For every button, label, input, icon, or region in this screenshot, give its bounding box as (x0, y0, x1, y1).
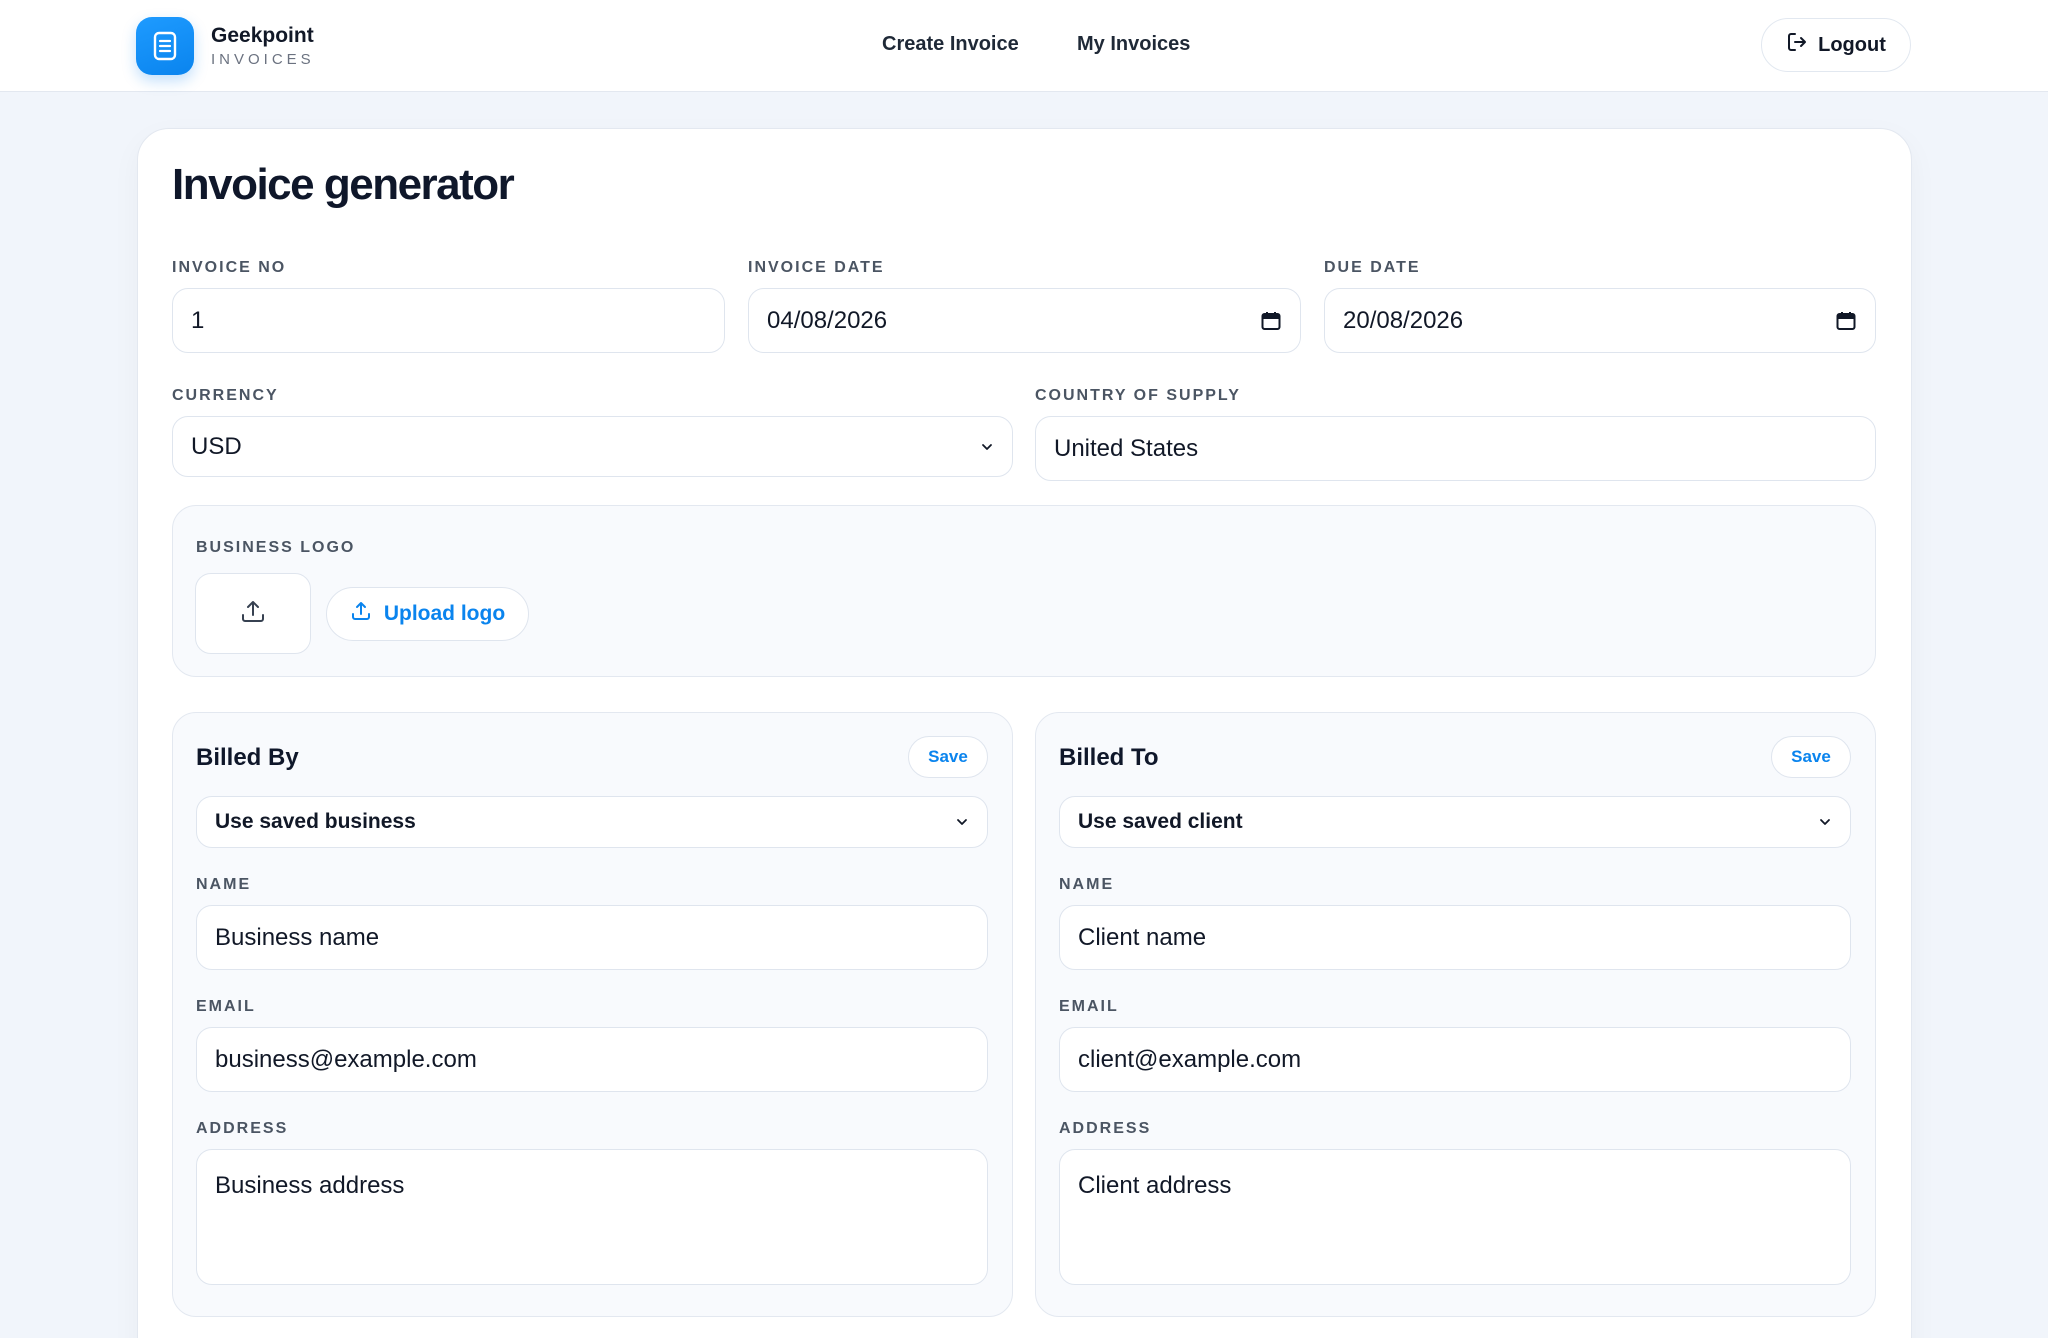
saved-business-select[interactable]: Use saved business (196, 796, 988, 848)
business-address-placeholder: Business address (215, 1172, 405, 1199)
logo-dropzone[interactable] (195, 573, 311, 654)
business-email-placeholder: business@example.com (215, 1045, 477, 1073)
invoice-date-input[interactable]: 04/08/2026 (748, 288, 1301, 353)
logout-label: Logout (1818, 33, 1886, 56)
nav-create-invoice[interactable]: Create Invoice (882, 33, 1019, 56)
billed-by-address-label: ADDRESS (196, 1120, 289, 1137)
client-email-input[interactable]: client@example.com (1059, 1027, 1851, 1092)
currency-label: CURRENCY (172, 387, 279, 404)
country-label: COUNTRY OF SUPPLY (1035, 387, 1241, 404)
business-name-placeholder: Business name (215, 923, 380, 951)
billed-by-name-label: NAME (196, 876, 252, 893)
client-name-input[interactable]: Client name (1059, 905, 1851, 970)
top-bar: Geekpoint INVOICES Create Invoice My Inv… (0, 0, 2048, 92)
nav-my-invoices[interactable]: My Invoices (1077, 33, 1190, 56)
due-date-input[interactable]: 20/08/2026 (1324, 288, 1876, 353)
invoice-date-label: INVOICE DATE (748, 259, 885, 276)
logout-icon (1786, 31, 1808, 59)
billed-to-title: Billed To (1059, 744, 1159, 771)
currency-select[interactable]: USD (172, 416, 1013, 477)
document-icon (136, 17, 194, 75)
due-date-label: DUE DATE (1324, 259, 1421, 276)
calendar-icon[interactable] (1260, 310, 1282, 332)
chevron-down-icon (1818, 815, 1832, 829)
billed-by-email-label: EMAIL (196, 998, 256, 1015)
business-logo-label: BUSINESS LOGO (196, 539, 356, 556)
billed-to-address-label: ADDRESS (1059, 1120, 1152, 1137)
invoice-no-input[interactable]: 1 (172, 288, 725, 353)
country-value: United States (1054, 434, 1199, 462)
chevron-down-icon (980, 440, 994, 454)
billed-by-save-button[interactable]: Save (908, 736, 988, 778)
invoice-no-value: 1 (191, 306, 205, 334)
client-name-placeholder: Client name (1078, 923, 1207, 951)
billed-by-title: Billed By (196, 744, 299, 771)
brand-name: Geekpoint (211, 23, 314, 47)
business-address-textarea[interactable]: Business address (196, 1149, 988, 1285)
upload-icon (350, 600, 372, 628)
invoice-date-value: 04/08/2026 (767, 306, 888, 334)
currency-value: USD (191, 432, 242, 460)
saved-client-select[interactable]: Use saved client (1059, 796, 1851, 848)
upload-icon (239, 597, 267, 630)
chevron-down-icon (955, 815, 969, 829)
saved-business-value: Use saved business (215, 810, 416, 833)
upload-logo-label: Upload logo (383, 602, 506, 625)
client-address-textarea[interactable]: Client address (1059, 1149, 1851, 1285)
brand-subtitle: INVOICES (211, 50, 315, 68)
billed-to-save-button[interactable]: Save (1771, 736, 1851, 778)
saved-client-value: Use saved client (1078, 810, 1243, 833)
due-date-value: 20/08/2026 (1343, 306, 1464, 334)
page-title: Invoice generator (172, 160, 515, 209)
business-name-input[interactable]: Business name (196, 905, 988, 970)
client-email-placeholder: client@example.com (1078, 1045, 1302, 1073)
upload-logo-button[interactable]: Upload logo (326, 587, 529, 641)
logout-button[interactable]: Logout (1761, 18, 1911, 72)
brand[interactable]: Geekpoint INVOICES (136, 17, 315, 75)
billed-to-email-label: EMAIL (1059, 998, 1119, 1015)
business-email-input[interactable]: business@example.com (196, 1027, 988, 1092)
country-input[interactable]: United States (1035, 416, 1876, 481)
billed-to-name-label: NAME (1059, 876, 1115, 893)
invoice-no-label: INVOICE NO (172, 259, 287, 276)
client-address-placeholder: Client address (1078, 1172, 1232, 1199)
calendar-icon[interactable] (1835, 310, 1857, 332)
